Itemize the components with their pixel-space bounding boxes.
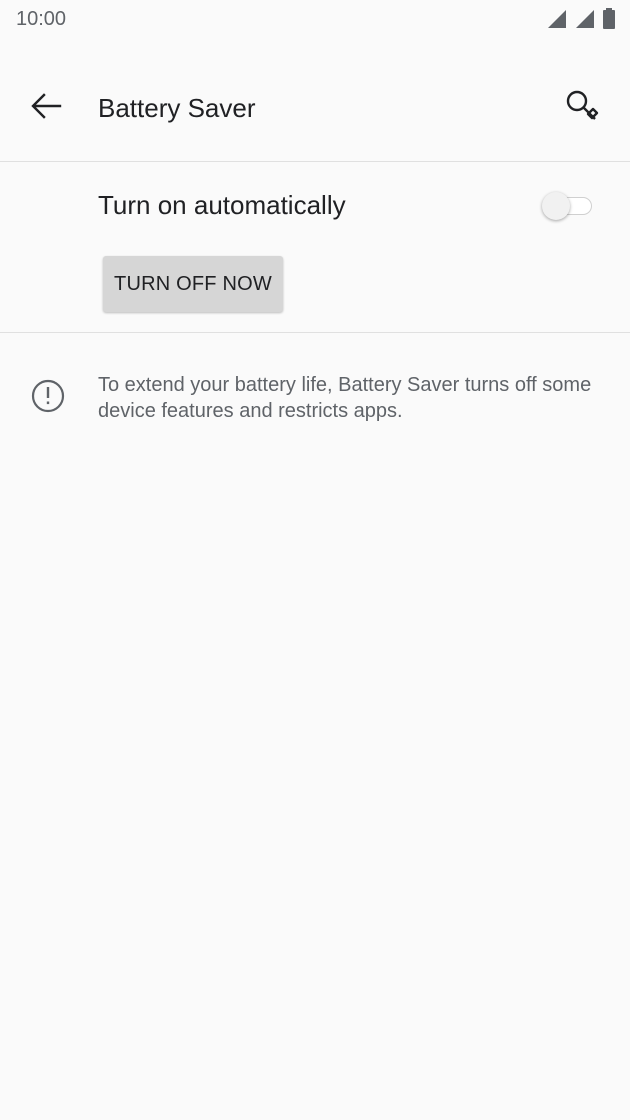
turn-on-automatically-label: Turn on automatically bbox=[98, 190, 346, 220]
info-icon bbox=[30, 378, 66, 414]
page-title: Battery Saver bbox=[98, 93, 256, 123]
search-button[interactable] bbox=[556, 82, 608, 134]
toolbar: Battery Saver bbox=[0, 60, 630, 160]
status-time: 10:00 bbox=[16, 8, 67, 30]
search-icon bbox=[564, 88, 600, 129]
section-divider bbox=[0, 332, 630, 333]
battery-saver-screen: 10:00 Battery Saver Turn on automaticall… bbox=[0, 0, 630, 1120]
signal-icon bbox=[574, 8, 596, 30]
turn-on-automatically-switch[interactable] bbox=[542, 192, 594, 220]
arrow-left-icon bbox=[29, 89, 63, 128]
turn-off-now-button[interactable]: TURN OFF NOW bbox=[103, 256, 283, 312]
status-icons bbox=[546, 8, 616, 30]
battery-icon bbox=[602, 8, 616, 30]
info-footer: To extend your battery life, Battery Sav… bbox=[0, 360, 630, 440]
signal-icon bbox=[546, 8, 568, 30]
switch-thumb bbox=[542, 192, 570, 220]
turn-on-automatically-row[interactable]: Turn on automatically bbox=[0, 162, 630, 250]
back-button[interactable] bbox=[20, 82, 72, 134]
status-bar: 10:00 bbox=[0, 0, 630, 40]
info-text: To extend your battery life, Battery Sav… bbox=[98, 374, 592, 422]
